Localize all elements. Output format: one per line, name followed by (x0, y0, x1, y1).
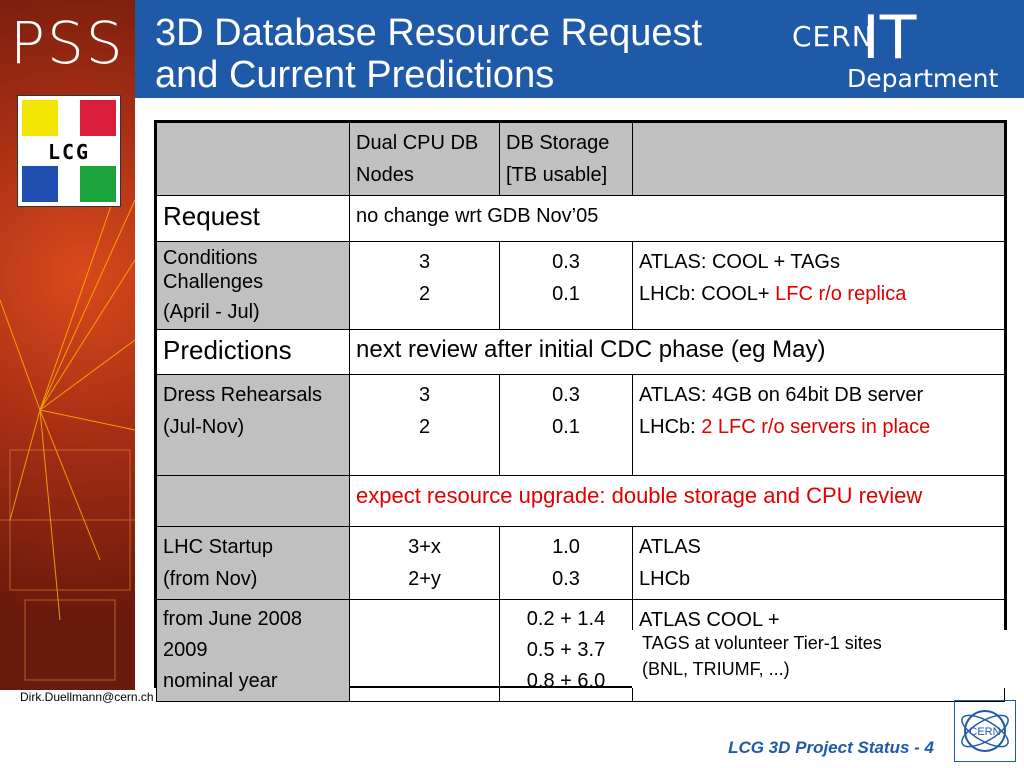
tags-overlay-box: TAGS at volunteer Tier-1 sites (BNL, TRI… (632, 630, 1024, 688)
startup-storage: 1.0 0.3 (499, 526, 633, 600)
startup-row: LHC Startup (from Nov) 3+x 2+y 1.0 0.3 A… (156, 526, 1005, 600)
dress-experiments: ATLAS: 4GB on 64bit DB server LHCb: 2 LF… (632, 374, 1005, 476)
header-nodes-line2: Nodes (356, 164, 414, 186)
startup-label: LHC Startup (from Nov) (156, 526, 350, 600)
expect-row: expect resource upgrade: double storage … (156, 475, 1005, 527)
conditions-experiments: ATLAS: COOL + TAGs LHCb: COOL+ LFC r/o r… (632, 241, 1005, 330)
pss-logo: PSS (10, 9, 125, 77)
dress-lhcb-highlight: 2 LFC r/o servers in place (701, 416, 931, 438)
dress-storage: 0.3 0.1 (499, 374, 633, 476)
dress-lhcb-text: LHCb: 2 LFC r/o servers in place (639, 411, 998, 443)
resource-table: Dual CPU DB Nodes DB Storage [TB usable]… (154, 120, 1007, 702)
slide-title: 3D Database Resource Request and Current… (155, 12, 702, 96)
dress-label-line2: (Jul-Nov) (163, 416, 245, 438)
future-storage-nominal: 0.8 + 6.0 (526, 670, 606, 692)
dress-label: Dress Rehearsals (Jul-Nov) (156, 374, 350, 476)
dress-storage-atlas: 0.3 (552, 384, 580, 406)
startup-experiments: ATLAS LHCb (632, 526, 1005, 600)
header-storage: DB Storage [TB usable] (499, 122, 633, 196)
dress-storage-lhcb: 0.1 (552, 416, 580, 438)
startup-nodes: 3+x 2+y (349, 526, 500, 600)
left-photo-strip: PSS LCG (0, 0, 135, 690)
title-line-1: 3D Database Resource Request (155, 12, 703, 54)
startup-label-line1: LHC Startup (163, 536, 274, 558)
conditions-storage-atlas: 0.3 (552, 251, 580, 273)
future-label-2009: 2009 (163, 639, 208, 661)
tags-overlay-text: TAGS at volunteer Tier-1 sites (BNL, TRI… (642, 630, 882, 682)
conditions-lhcb-prefix: LHCb: COOL+ (639, 283, 776, 305)
cern-seal-text: CERN (969, 726, 1000, 738)
expect-text: expect resource upgrade: double storage … (349, 475, 1005, 527)
slide-header: 3D Database Resource Request and Current… (135, 0, 1024, 98)
header-empty-cell (632, 122, 1005, 196)
tags-line-2: (BNL, TRIUMF, ...) (642, 659, 790, 679)
future-storage-2008: 0.2 + 1.4 (526, 608, 606, 630)
conditions-label-line1: Conditions (163, 247, 258, 269)
header-empty-cell (156, 122, 350, 196)
conditions-row: Conditions Challenges (April - Jul) 3 2 … (156, 241, 1005, 330)
conditions-label: Conditions Challenges (April - Jul) (156, 241, 350, 330)
dress-label-line1: Dress Rehearsals (163, 384, 322, 406)
expect-empty-cell (156, 475, 350, 527)
predictions-text: next review after initial CDC phase (eg … (349, 329, 1005, 375)
startup-lhcb-text: LHCb (639, 568, 691, 590)
startup-atlas-text: ATLAS (639, 536, 701, 558)
dress-nodes-lhcb: 2 (418, 416, 431, 438)
header-storage-line2: [TB usable] (506, 164, 608, 186)
title-line-2: and Current Predictions (155, 54, 555, 96)
author-email: Dirk.Duellmann@cern.ch (20, 690, 154, 704)
conditions-storage-lhcb: 0.1 (552, 283, 580, 305)
future-storage: 0.2 + 1.4 0.5 + 3.7 0.8 + 6.0 (499, 599, 633, 702)
table-header-row: Dual CPU DB Nodes DB Storage [TB usable] (156, 122, 1005, 196)
dress-nodes-atlas: 3 (418, 384, 431, 406)
conditions-lhcb-highlight: LFC r/o replica (775, 283, 907, 305)
conditions-storage: 0.3 0.1 (499, 241, 633, 330)
request-text: no change wrt GDB Nov’05 (349, 195, 1005, 242)
predictions-label: Predictions (156, 329, 350, 375)
cern-seal-icon: CERN (961, 710, 1009, 752)
conditions-label-line2: Challenges (163, 271, 264, 293)
future-storage-2009: 0.5 + 3.7 (526, 639, 606, 661)
conditions-nodes: 3 2 (349, 241, 500, 330)
startup-nodes-lhcb: 2+y (408, 568, 441, 590)
footer-project-status: LCG 3D Project Status - 4 (728, 738, 934, 757)
startup-label-line2: (from Nov) (163, 568, 258, 590)
future-label-nominal: nominal year (163, 670, 278, 692)
conditions-nodes-lhcb: 2 (418, 283, 431, 305)
lcg-logo-text: LCG (47, 140, 91, 164)
dress-nodes: 3 2 (349, 374, 500, 476)
startup-storage-atlas: 1.0 (552, 536, 580, 558)
dress-atlas-text: ATLAS: 4GB on 64bit DB server (639, 384, 924, 406)
dress-lhcb-prefix: LHCb: (639, 416, 702, 438)
header-nodes-line1: Dual CPU DB (356, 132, 479, 154)
startup-storage-lhcb: 0.3 (552, 568, 580, 590)
conditions-lhcb-text: LHCb: COOL+ LFC r/o replica (639, 278, 998, 310)
future-label: from June 2008 2009 nominal year (156, 599, 350, 702)
conditions-label-line3: (April - Jul) (163, 301, 260, 323)
it-logo-text: IT (862, 3, 917, 73)
dress-rehearsals-row: Dress Rehearsals (Jul-Nov) 3 2 0.3 0.1 A… (156, 374, 1005, 476)
cern-seal-logo: CERN (954, 700, 1016, 762)
tags-line-1: TAGS at volunteer Tier-1 sites (642, 633, 882, 653)
header-nodes: Dual CPU DB Nodes (349, 122, 500, 196)
request-label: Request (156, 195, 350, 242)
future-nodes-empty (349, 599, 500, 702)
cern-it-department-logo: CERN IT Department (792, 8, 1012, 93)
conditions-nodes-atlas: 3 (418, 251, 431, 273)
department-logo-text: Department (847, 64, 999, 93)
startup-nodes-atlas: 3+x (408, 536, 441, 558)
conditions-atlas-text: ATLAS: COOL + TAGs (639, 251, 840, 273)
lcg-logo: LCG (17, 95, 121, 207)
future-label-2008: from June 2008 (163, 608, 302, 630)
predictions-row: Predictions next review after initial CD… (156, 329, 1005, 375)
request-row: Request no change wrt GDB Nov’05 (156, 195, 1005, 242)
header-storage-line1: DB Storage (506, 132, 610, 154)
